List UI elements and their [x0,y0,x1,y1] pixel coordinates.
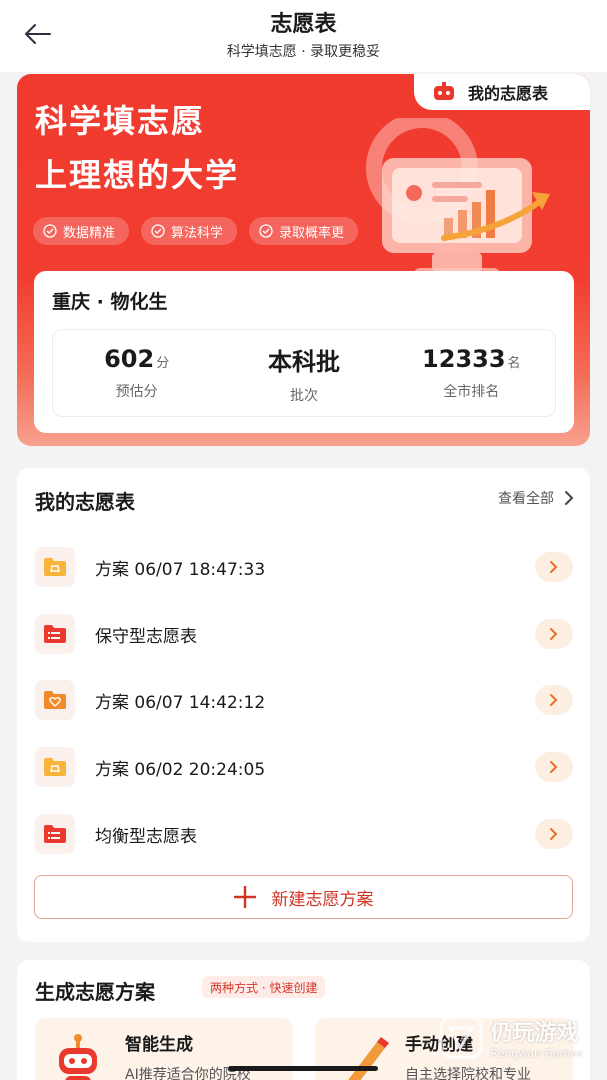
stat-unit: 分 [156,356,170,371]
stat-city-rank: 12333 名 全市排名 [396,345,546,401]
feature-chip: 录取概率更 [249,217,359,245]
plan-open-button[interactable] [535,619,573,649]
stat-estimated-score: 602 分 预估分 [62,345,212,401]
stat-value: 本科批 [267,347,340,376]
list-folder-icon [35,814,75,854]
chevron-right-icon [550,828,558,840]
hero-headline-1: 科学填志愿 [35,102,206,140]
watermark-en: Rengwan Games [490,1046,583,1060]
see-all-link[interactable]: 查看全部 [498,488,574,508]
plus-icon [233,886,256,908]
hero-headline-2: 上理想的大学 [35,156,240,194]
robot-icon [434,82,454,100]
plan-label: 方案 06/07 18:47:33 [95,559,266,580]
generate-title: 生成志愿方案 [35,980,155,1004]
stat-value: 602 [104,345,155,373]
watermark-logo-icon [439,1015,483,1059]
score-card[interactable]: 重庆 · 物化生 602 分 预估分 本科批 批次 12333 名 全市排名 [34,271,574,433]
plan-label: 均衡型志愿表 [95,826,197,847]
folder-icon [35,747,75,787]
my-list-tab-label: 我的志愿表 [468,84,549,103]
feature-chip-label: 算法科学 [171,225,224,241]
feature-chip-label: 录取概率更 [279,225,345,241]
hero-banner: 我的志愿表 科学填志愿 上理想的大学 数据精准 算法科学 录取概率更 重庆 · … [17,74,590,446]
plan-label: 保守型志愿表 [95,626,197,647]
plan-open-button[interactable] [535,752,573,782]
page-subtitle: 科学填志愿 · 录取更稳妥 [226,44,381,60]
chevron-right-icon [550,628,558,640]
robot-icon [53,1032,103,1080]
new-plan-label: 新建志愿方案 [271,889,374,910]
option-name: 智能生成 [125,1035,193,1055]
plan-item[interactable]: 方案 06/07 14:42:12 [35,676,573,724]
see-all-label: 查看全部 [498,491,554,507]
plan-item[interactable]: 保守型志愿表 [35,610,573,658]
home-indicator[interactable] [228,1066,378,1071]
heart-folder-icon [35,680,75,720]
chevron-right-icon [565,491,574,505]
check-circle-icon [43,224,57,238]
my-list-tab[interactable]: 我的志愿表 [414,74,590,110]
plan-label: 方案 06/07 14:42:12 [95,692,266,713]
chevron-right-icon [550,561,558,573]
watermark: 仍玩游戏 Rengwan Games [438,1014,583,1060]
province-subjects: 重庆 · 物化生 [52,291,168,313]
feature-chip: 数据精准 [33,217,130,245]
plan-open-button[interactable] [535,685,573,715]
chevron-right-icon [550,761,558,773]
plan-open-button[interactable] [535,819,573,849]
feature-chip-label: 数据精准 [63,225,116,241]
score-stats: 602 分 预估分 本科批 批次 12333 名 全市排名 [52,329,556,417]
plan-item[interactable]: 方案 06/07 18:47:33 [35,543,573,591]
new-plan-button[interactable]: 新建志愿方案 [34,875,573,919]
top-bar: 志愿表 科学填志愿 · 录取更稳妥 [0,0,607,72]
plan-open-button[interactable] [535,552,573,582]
stat-value: 12333 [422,345,506,373]
page-title: 志愿表 [270,12,337,37]
check-circle-icon [259,224,273,238]
pencil-icon [333,1032,389,1080]
chevron-right-icon [550,694,558,706]
plan-item[interactable]: 均衡型志愿表 [35,810,573,858]
stat-caption: 预估分 [115,384,158,400]
plan-item[interactable]: 方案 06/02 20:24:05 [35,743,573,791]
check-circle-icon [151,224,165,238]
stat-caption: 批次 [289,387,318,404]
stat-batch: 本科批 批次 [229,342,379,405]
watermark-cn: 仍玩游戏 [490,1020,579,1046]
my-list-title: 我的志愿表 [35,490,135,514]
feature-chip: 算法科学 [141,217,238,245]
folder-icon [35,547,75,587]
stat-unit: 名 [507,356,521,371]
generate-badge: 两种方式 · 快速创建 [202,976,326,998]
stat-caption: 全市排名 [443,384,500,400]
my-list-card: 我的志愿表 查看全部 方案 06/07 18:47:33 保守型志愿表 方案 0… [17,468,590,942]
list-folder-icon [35,614,75,654]
option-desc: 自主选择院校和专业 [405,1067,531,1080]
feature-chips: 数据精准 算法科学 录取概率更 [33,217,359,245]
plan-label: 方案 06/02 20:24:05 [95,759,266,780]
